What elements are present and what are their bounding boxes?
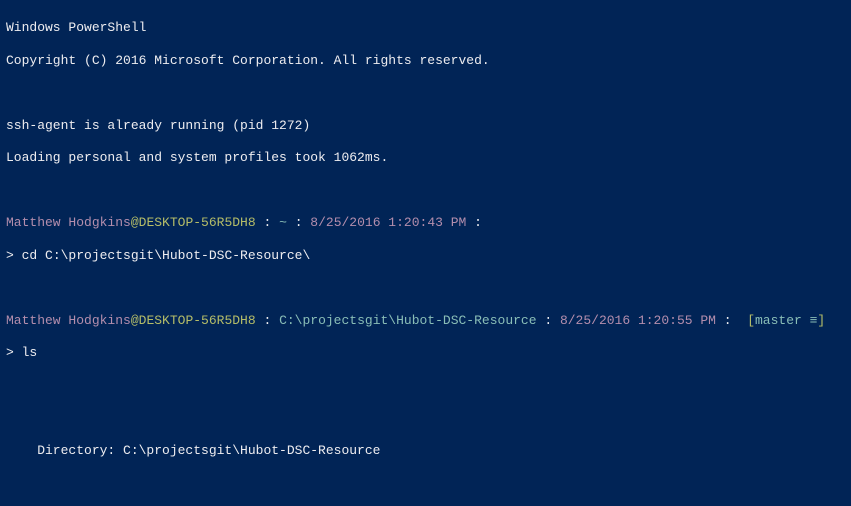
prompt-path: C:\projectsgit\Hubot-DSC-Resource xyxy=(279,313,536,328)
blank-line xyxy=(6,280,845,296)
prompt-host: DESKTOP-56R5DH8 xyxy=(139,313,256,328)
command-line-2: > ls xyxy=(6,345,845,361)
prompt-host: DESKTOP-56R5DH8 xyxy=(139,215,256,230)
prompt-timestamp: 8/25/2016 1:20:55 PM xyxy=(560,313,716,328)
prompt-at: @ xyxy=(131,313,139,328)
prompt-marker: > xyxy=(6,248,14,263)
blank-line xyxy=(6,85,845,101)
prompt-sep: : xyxy=(256,313,279,328)
prompt-at: @ xyxy=(131,215,139,230)
prompt-sep: : xyxy=(716,313,739,328)
prompt-sep: : xyxy=(466,215,489,230)
prompt-path: ~ xyxy=(279,215,287,230)
prompt-timestamp: 8/25/2016 1:20:43 PM xyxy=(310,215,466,230)
prompt-sep: : xyxy=(256,215,279,230)
git-bracket-right: ] xyxy=(817,313,825,328)
command-text: ls xyxy=(14,345,37,360)
blank-line xyxy=(6,378,845,394)
blank-line xyxy=(6,410,845,426)
prompt-sep: : xyxy=(537,313,560,328)
profile-load-msg: Loading personal and system profiles too… xyxy=(6,150,845,166)
terminal[interactable]: Windows PowerShell Copyright (C) 2016 Mi… xyxy=(0,0,851,506)
git-branch: master ≡ xyxy=(755,313,817,328)
prompt-2: Matthew Hodgkins@DESKTOP-56R5DH8 : C:\pr… xyxy=(6,313,845,329)
blank-line xyxy=(6,475,845,491)
prompt-sep: : xyxy=(287,215,310,230)
prompt-user: Matthew Hodgkins xyxy=(6,215,131,230)
command-text: cd C:\projectsgit\Hubot-DSC-Resource\ xyxy=(14,248,310,263)
prompt-user: Matthew Hodgkins xyxy=(6,313,131,328)
git-bracket-left: [ xyxy=(747,313,755,328)
directory-line: Directory: C:\projectsgit\Hubot-DSC-Reso… xyxy=(6,443,845,459)
blank-line xyxy=(6,183,845,199)
ssh-agent-msg: ssh-agent is already running (pid 1272) xyxy=(6,118,845,134)
prompt-marker: > xyxy=(6,345,14,360)
header-line-1: Windows PowerShell xyxy=(6,20,845,36)
header-line-2: Copyright (C) 2016 Microsoft Corporation… xyxy=(6,53,845,69)
command-line-1: > cd C:\projectsgit\Hubot-DSC-Resource\ xyxy=(6,248,845,264)
prompt-1: Matthew Hodgkins@DESKTOP-56R5DH8 : ~ : 8… xyxy=(6,215,845,231)
